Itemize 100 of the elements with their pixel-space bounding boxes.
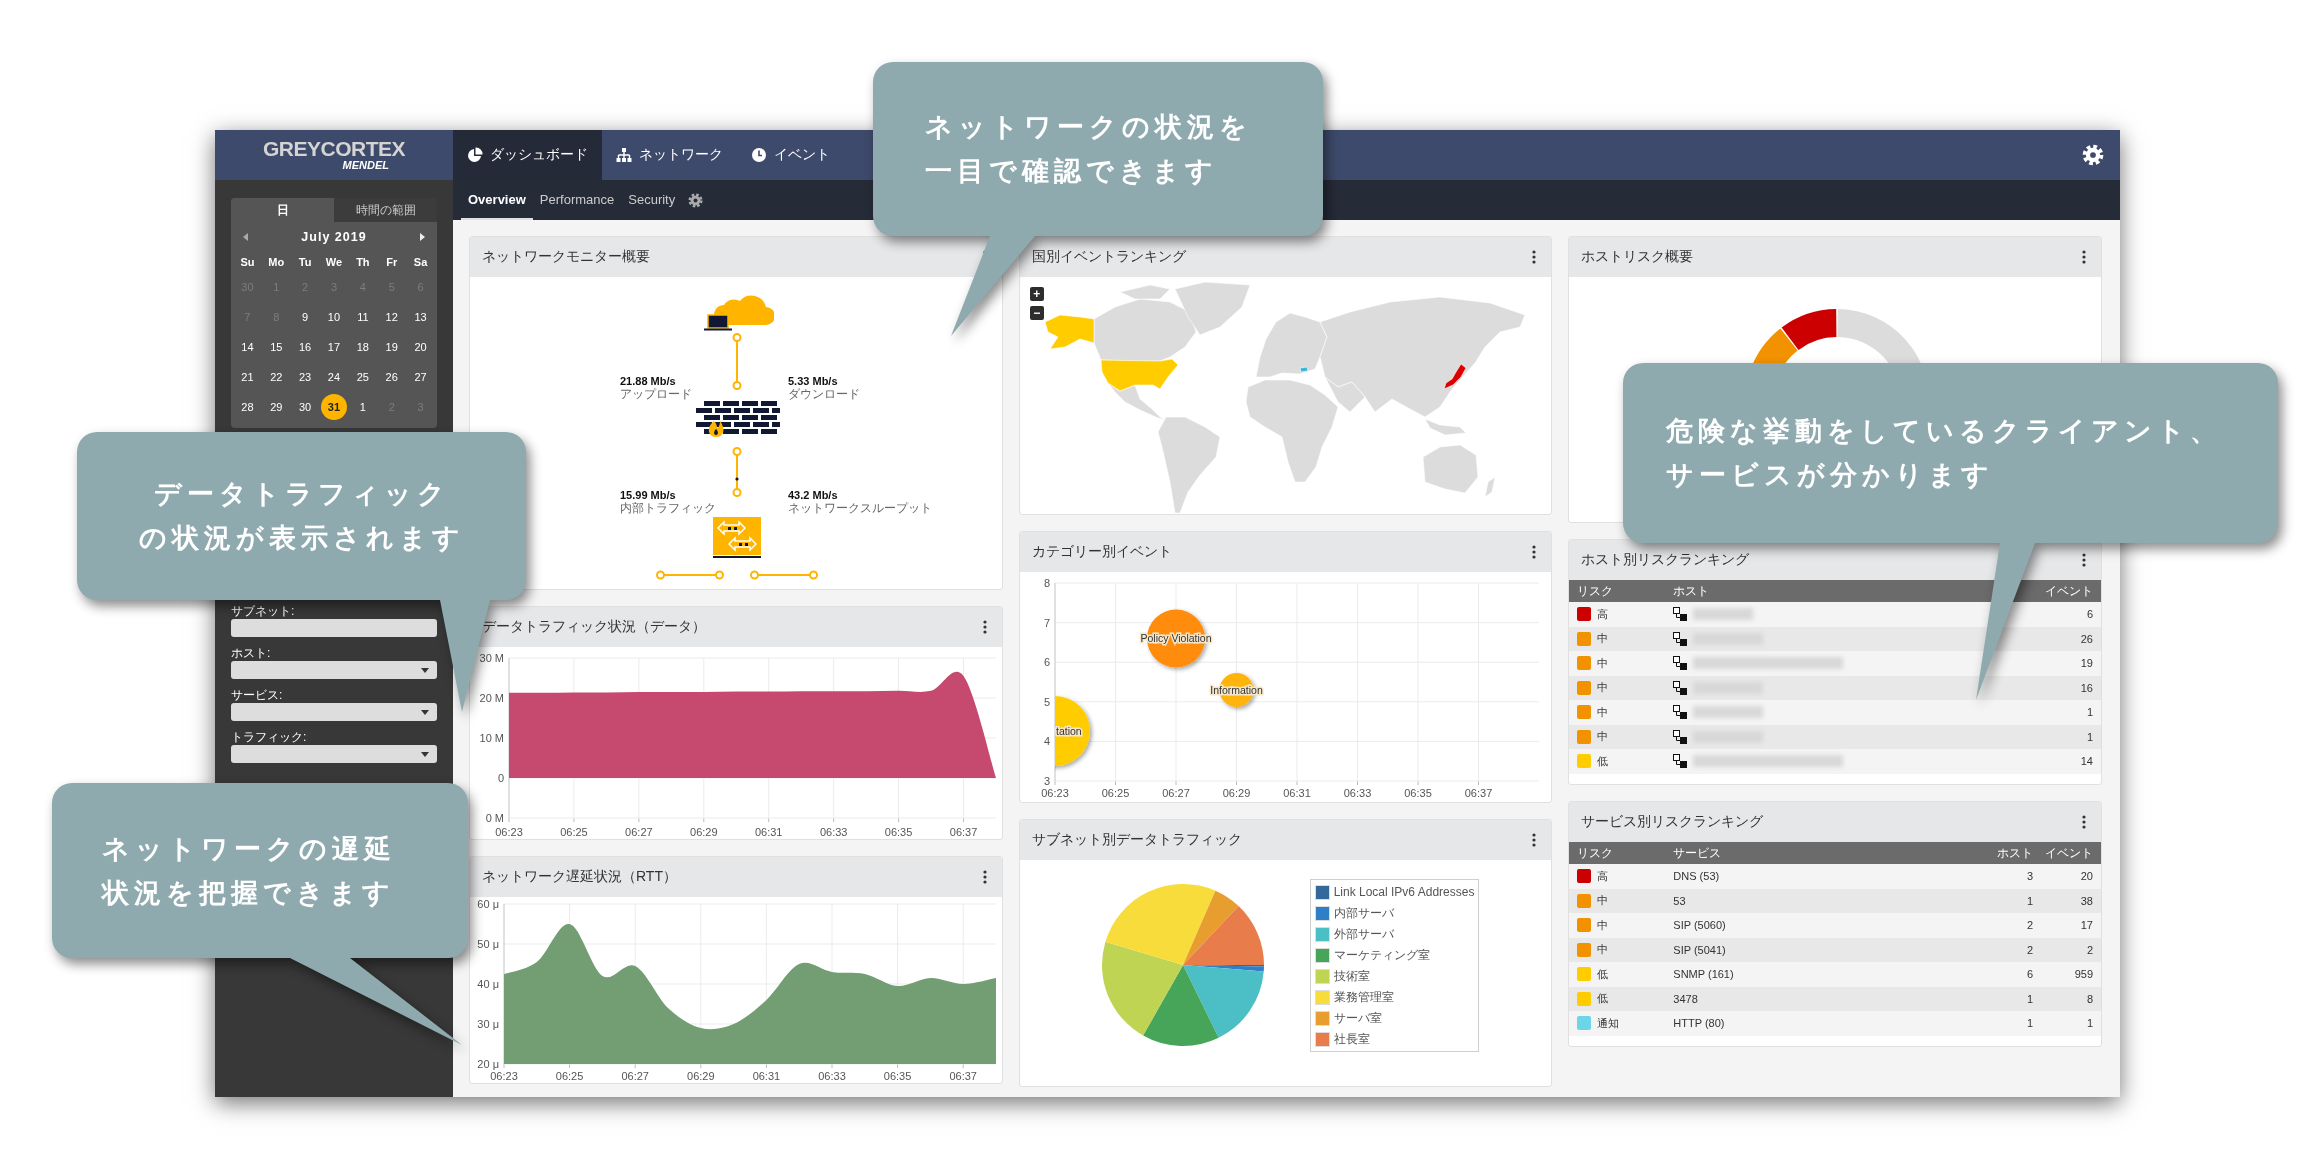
legend-label: マーケティング室 [1333,946,1430,964]
table-cell-text: 17 [2079,919,2093,932]
calendar-day[interactable]: 19 [378,334,405,360]
settings-icon[interactable] [688,192,704,208]
more-options-icon[interactable] [1532,833,1537,847]
calendar-day[interactable]: 24 [321,364,347,390]
axis-tick-label: 06:29 [687,1070,715,1082]
axis-tick-label: 10 M [479,732,504,744]
panel-title: ネットワークモニター概要 [482,248,651,266]
calendar-day[interactable]: 25 [349,364,376,390]
table-cell-text: SNMP (161) [1673,968,1735,981]
calendar-day[interactable]: 14 [234,334,261,360]
panel-title: サブネット別データトラフィック [1031,831,1243,849]
calendar-day[interactable]: 26 [378,364,405,390]
caret-down-icon [421,709,429,715]
weekday-label: Mo [267,255,286,270]
caret-left-icon [243,233,248,241]
callout-text: データトラフィック [153,477,450,511]
table-cell-text: 19 [2079,657,2093,670]
nav-tab[interactable]: ネットワーク [602,130,737,180]
table-cell-text: 53 [1673,894,1687,907]
calendar-day[interactable]: 29 [263,394,290,420]
calendar-day[interactable]: 31 [321,394,347,420]
table-cell-text: 20 [2079,870,2093,883]
more-options-icon[interactable] [982,870,987,884]
calendar-day[interactable]: 30 [292,394,319,420]
nav-tab[interactable]: イベント [737,130,844,180]
throughput-value: 15.99 Mb/s [620,489,677,502]
table-cell-text: 6 [2025,968,2033,981]
filter-field[interactable] [231,619,437,637]
network-node-icon [1673,705,1688,720]
panel-title: ホストリスク概要 [1581,248,1695,266]
callout-text: 状況を把握できます [102,875,395,910]
more-options-icon[interactable] [1532,250,1537,264]
calendar-day[interactable]: 20 [407,334,434,360]
axis-tick-label: 06:31 [754,826,783,838]
more-options-icon[interactable] [2082,250,2086,264]
connector-line [732,333,742,390]
calendar-day[interactable]: 18 [349,334,376,360]
calendar-day[interactable]: 16 [292,334,319,360]
calendar-day[interactable]: 17 [321,334,347,360]
sub-nav-tab[interactable]: Performance [532,180,622,220]
risk-label: 中 [1597,631,1609,647]
legend-label: サーバ室 [1333,1009,1382,1027]
risk-label: 高 [1597,868,1609,884]
calendar-day[interactable]: 28 [234,394,261,420]
cloud-laptop-icon [704,295,774,331]
calendar-day[interactable]: 11 [349,304,376,330]
filter-label: ホスト: [231,646,271,660]
sub-nav-tab[interactable]: Security [621,180,683,220]
axis-tick-label: 06:23 [495,826,523,838]
weekday-label: Su [239,255,256,270]
pie-chart-icon [467,147,483,163]
axis-tick-label: 7 [1043,616,1050,629]
bubble-point [1054,696,1090,767]
calendar-day[interactable]: 27 [407,364,434,390]
calendar-day[interactable]: 1 [349,394,376,420]
throughput-value: 5.33 Mb/s [788,375,839,388]
calendar-day[interactable]: 23 [292,364,319,390]
table-cell-text: 1 [2025,1017,2033,1030]
throughput-value: 21.88 Mb/s [620,375,677,388]
table-cell-text: 1 [2025,992,2033,1005]
table-cell-text: 1 [2025,894,2033,907]
calendar-day[interactable]: 13 [407,304,434,330]
more-options-icon[interactable] [982,620,987,634]
legend-label: 内部サーバ [1333,904,1394,922]
zoom-in-button[interactable]: + [1029,287,1044,301]
column-header: イベント [2044,844,2093,862]
axis-tick-label: 0 [497,772,504,784]
throughput-label: 内部トラフィック [620,501,716,516]
axis-tick-label: 06:23 [490,1070,518,1082]
calendar-day[interactable]: 9 [292,304,319,330]
logo-subtitle: MENDEL [342,159,389,171]
sitemap-icon [616,147,632,163]
risk-label: 中 [1597,729,1609,745]
column-header: イベント [2044,582,2093,600]
axis-tick-label: 06:29 [690,826,718,838]
axis-tick-label: 06:35 [883,1070,912,1082]
throughput-label: ネットワークスループット [788,501,932,516]
axis-tick-label: 30 μ [477,1018,499,1030]
more-options-icon[interactable] [1532,545,1537,559]
calendar-day[interactable]: 21 [234,364,261,390]
more-options-icon[interactable] [2082,553,2086,567]
panel-title: サービス別リスクランキング [1581,813,1765,831]
calendar-day[interactable]: 12 [378,304,405,330]
calendar-day[interactable]: 22 [263,364,290,390]
axis-tick-label: 3 [1043,775,1050,787]
network-node-icon [1673,631,1688,646]
sub-nav-tab[interactable]: Overview [461,180,533,220]
calendar-day[interactable]: 10 [321,304,347,330]
zoom-out-button[interactable]: − [1029,306,1044,320]
risk-label: 中 [1597,893,1609,909]
date-mode-tab[interactable]: 時間の範囲 [334,198,437,222]
filter-label: サービス: [231,688,283,702]
throughput-label: アップロード [620,387,692,402]
more-options-icon[interactable] [2082,815,2086,829]
calendar-day[interactable]: 15 [263,334,290,360]
nav-tab[interactable]: ダッシュボード [453,130,602,180]
axis-tick-label: 40 μ [477,978,499,990]
axis-tick-label: 0 M [485,812,504,824]
